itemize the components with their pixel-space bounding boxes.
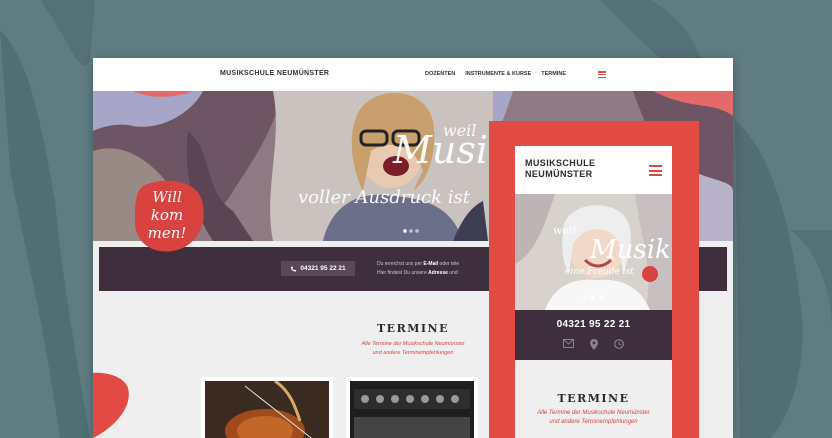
- address-link[interactable]: Adresse: [428, 270, 448, 276]
- violin-image: [205, 379, 329, 438]
- menu-icon[interactable]: [598, 71, 606, 79]
- desktop-contact-text: Du erreichst uns per E-Mail oder tele Hi…: [377, 260, 459, 278]
- amplifier-image: [350, 381, 474, 438]
- mobile-phone-number[interactable]: 04321 95 22 21: [515, 319, 672, 330]
- welcome-line3: men!: [148, 224, 187, 242]
- menu-item-dozenten[interactable]: DOZENTEN: [425, 71, 455, 77]
- mobile-termine-sub-line1: Alle Termine der Musikschule Neumünster: [537, 410, 650, 416]
- mobile-mockup: MUSIKSCHULE NEUMÜNSTER Musik weil eine F…: [515, 146, 672, 438]
- contact-line2-tail: und: [449, 270, 458, 276]
- mobile-slogan-small: weil: [553, 224, 576, 237]
- desktop-menu: DOZENTEN INSTRUMENTE & KURSE TERMINE: [425, 71, 566, 77]
- mobile-slogan-big: Musik: [589, 235, 671, 265]
- contact-line1-tail: oder tele: [439, 261, 460, 267]
- welcome-line1: Will: [152, 188, 182, 206]
- menu-item-termine[interactable]: TERMINE: [541, 71, 566, 77]
- mobile-slogan-bottom: eine Freude ist: [565, 267, 634, 277]
- hero-slogan-small: weil: [443, 121, 476, 140]
- willkommen-badge: Will kom men!: [135, 180, 204, 252]
- termine-sub-line1: Alle Termine der Musikschule Neumünster: [361, 341, 465, 347]
- mobile-brand-line1: MUSIKSCHULE: [525, 158, 596, 168]
- mobile-menu-icon[interactable]: [649, 165, 662, 177]
- hero-slogan-bottom: voller Ausdruck ist: [298, 187, 471, 208]
- welcome-line2: kom: [151, 206, 183, 224]
- red-brush-decoration: [93, 372, 129, 438]
- mobile-brand[interactable]: MUSIKSCHULE NEUMÜNSTER: [525, 158, 595, 180]
- mobile-contact-bar: 04321 95 22 21: [515, 310, 672, 360]
- termine-card-violin[interactable]: [201, 377, 333, 438]
- mail-icon[interactable]: [563, 339, 574, 348]
- contact-line1-text: Du erreichst uns per: [377, 261, 423, 267]
- clock-icon[interactable]: [614, 339, 624, 349]
- mobile-termine-subtitle: Alle Termine der Musikschule Neumünster …: [515, 409, 672, 427]
- email-link[interactable]: E-Mail: [423, 261, 438, 267]
- mobile-navbar: MUSIKSCHULE NEUMÜNSTER: [515, 146, 672, 194]
- mobile-termine-sub-line2: und andere Terminempfehlungen: [549, 419, 638, 425]
- location-icon[interactable]: [590, 339, 598, 350]
- phone-icon: [291, 266, 297, 271]
- contact-line2-text: Hier findest Du unsere: [377, 270, 427, 276]
- mobile-hero-artwork: Musik weil eine Freude ist: [515, 194, 672, 310]
- termine-card-amplifier[interactable]: [346, 377, 478, 438]
- desktop-phone-button[interactable]: 04321 95 22 21: [281, 261, 355, 276]
- mobile-brand-line2: NEUMÜNSTER: [525, 169, 593, 179]
- termine-sub-line2: und andere Terminempfehlungen: [372, 350, 454, 356]
- mobile-hero-slider: Musik weil eine Freude ist: [515, 194, 672, 310]
- menu-item-instrumente[interactable]: INSTRUMENTE & KURSE: [465, 71, 531, 77]
- desktop-brand[interactable]: MUSIKSCHULE NEUMÜNSTER: [220, 70, 329, 77]
- desktop-navbar: MUSIKSCHULE NEUMÜNSTER DOZENTEN INSTRUME…: [93, 58, 733, 91]
- desktop-phone-number: 04321 95 22 21: [300, 265, 346, 272]
- mobile-termine-title: TERMINE: [557, 392, 630, 405]
- mobile-contact-icons: [515, 339, 672, 350]
